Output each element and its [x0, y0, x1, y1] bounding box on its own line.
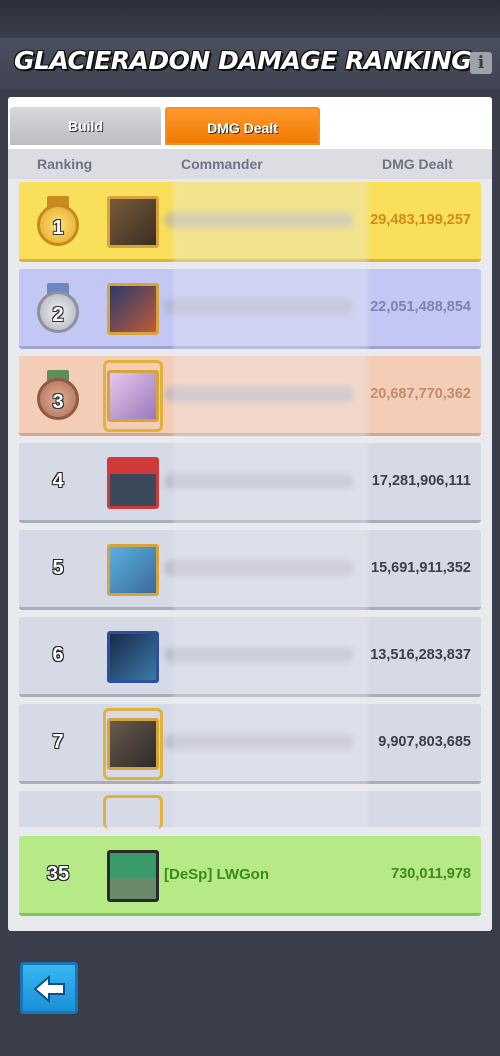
rank-number: 35: [46, 863, 70, 885]
silver-medal-icon: 2: [37, 283, 79, 335]
rank-number: 4: [52, 470, 64, 492]
ranking-panel: Build DMG Dealt Ranking Commander DMG De…: [8, 97, 492, 931]
bronze-medal-icon: 3: [37, 370, 79, 422]
dmg-value: 9,907,803,685: [378, 734, 471, 750]
dmg-value: 13,516,283,837: [370, 647, 471, 663]
column-dmg-dealt: DMG Dealt: [382, 156, 453, 172]
commander-name: [DeSp] LWGon: [164, 866, 269, 883]
dmg-value: 20,687,770,362: [370, 386, 471, 402]
rank-number: 7: [52, 731, 64, 753]
tab-dmg-dealt[interactable]: DMG Dealt: [165, 107, 320, 145]
dmg-value: 29,483,199,257: [370, 212, 471, 228]
back-button[interactable]: [20, 962, 78, 1014]
dmg-value: 730,011,978: [391, 866, 471, 882]
gold-medal-icon: 1: [37, 196, 79, 248]
column-header: Ranking Commander DMG Dealt: [8, 149, 492, 179]
avatar[interactable]: [107, 370, 159, 422]
page-title: GLACIERADON DAMAGE RANKING: [14, 46, 472, 75]
avatar[interactable]: [107, 850, 159, 902]
column-commander: Commander: [181, 156, 263, 172]
dmg-value: 22,051,488,854: [370, 299, 471, 315]
avatar[interactable]: [107, 718, 159, 770]
back-arrow-icon: [33, 974, 65, 1004]
dmg-value: 17,281,906,111: [371, 473, 471, 489]
avatar[interactable]: [107, 196, 159, 248]
rank-number: 5: [52, 557, 64, 579]
info-icon[interactable]: i: [470, 52, 492, 74]
rank-number: 6: [52, 644, 64, 666]
tab-bar: Build DMG Dealt: [8, 97, 492, 149]
header-bar: GLACIERADON DAMAGE RANKING i: [0, 38, 500, 90]
avatar[interactable]: [107, 457, 159, 509]
dmg-value: 15,691,911,352: [371, 560, 471, 576]
avatar[interactable]: [107, 544, 159, 596]
top-strip: [0, 0, 500, 38]
avatar[interactable]: [107, 631, 159, 683]
my-rank-row[interactable]: 35 [DeSp] LWGon 730,011,978: [19, 836, 481, 916]
privacy-blur-overlay: [173, 179, 368, 839]
avatar-frame: [103, 795, 163, 829]
avatar[interactable]: [107, 283, 159, 335]
column-ranking: Ranking: [37, 156, 93, 172]
tab-build[interactable]: Build: [10, 107, 161, 145]
